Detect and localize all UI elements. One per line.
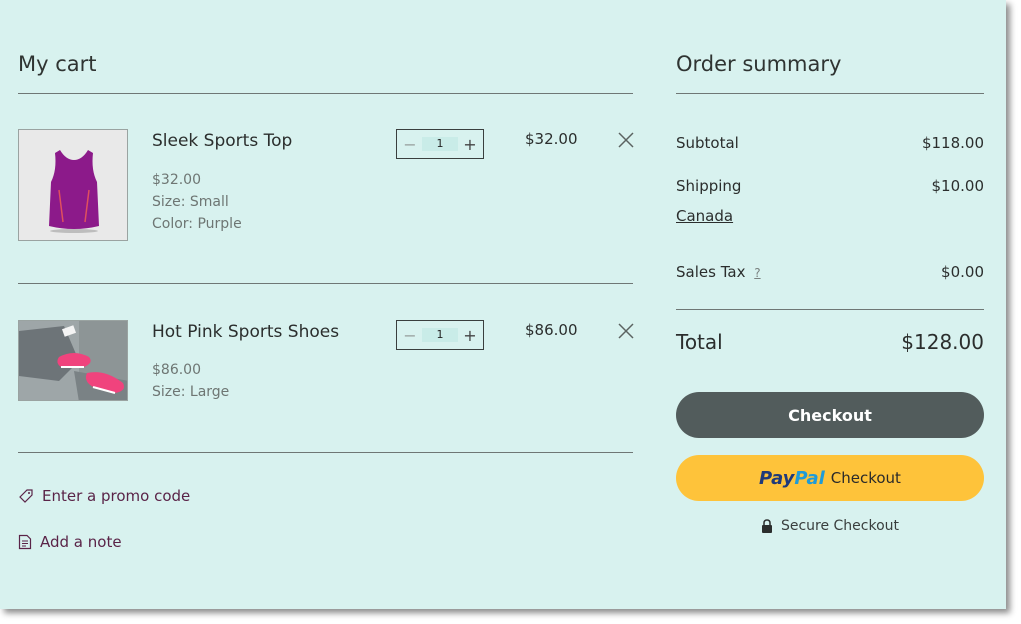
remove-item-button[interactable] [617,322,635,340]
product-option-size: Size: Small [152,194,229,210]
secure-checkout-label: Secure Checkout [780,518,900,534]
product-option-size: Size: Large [152,384,230,400]
paypal-checkout-label: Checkout [830,469,901,487]
divider [676,93,984,94]
divider [676,309,984,310]
divider [18,452,633,453]
add-note-link[interactable]: Add a note [18,533,122,551]
promo-code-label: Enter a promo code [42,487,191,505]
quantity-input[interactable]: 1 [422,328,458,342]
note-icon [18,534,32,550]
product-details: $86.00 Size: Large [152,359,229,403]
checkout-button[interactable]: Checkout [676,392,984,438]
paypal-logo-pay: Pay [759,467,795,489]
increment-button[interactable]: + [463,135,477,154]
product-name[interactable]: Sleek Sports Top [152,131,292,151]
total-value: $128.00 [901,330,984,354]
shipping-label: Shipping [676,177,742,195]
product-image-sports-shoes[interactable] [18,320,128,401]
cart-page: My cart Sleek Sports Top $32.00 Size: Sm… [0,0,1006,609]
lock-icon [761,519,772,533]
paypal-checkout-button[interactable]: PayPal Checkout [676,455,984,501]
item-total: $32.00 [525,130,578,148]
close-icon [618,323,634,339]
promo-code-link[interactable]: Enter a promo code [18,487,190,505]
cart-title: My cart [18,52,97,76]
quantity-stepper[interactable]: − 1 + [396,129,484,159]
tax-help-link[interactable]: ? [754,266,760,280]
product-details: $32.00 Size: Small Color: Purple [152,169,242,235]
summary-title: Order summary [676,52,842,76]
item-total: $86.00 [525,321,578,339]
increment-button[interactable]: + [463,326,477,345]
product-unit-price: $86.00 [152,362,201,378]
divider [18,283,633,284]
shipping-value: $10.00 [931,177,985,195]
total-label: Total [676,330,723,354]
subtotal-value: $118.00 [921,134,984,152]
subtotal-label: Subtotal [676,134,739,152]
tax-row: Sales Tax ? $0.00 [676,263,984,281]
tax-label: Sales Tax [676,263,746,281]
remove-item-button[interactable] [617,131,635,149]
tag-icon [19,489,33,503]
product-unit-price: $32.00 [152,172,201,188]
product-option-color: Color: Purple [152,216,242,232]
paypal-logo: PayPal [759,468,825,489]
close-icon [618,132,634,148]
subtotal-row: Subtotal $118.00 [676,134,984,152]
product-name[interactable]: Hot Pink Sports Shoes [152,322,339,342]
secure-checkout: Secure Checkout [676,518,984,534]
paypal-logo-pal: Pal [794,467,825,489]
divider [18,93,633,94]
decrement-button[interactable]: − [403,326,417,345]
product-image-sports-top[interactable] [18,129,128,241]
quantity-input[interactable]: 1 [422,137,458,151]
total-row: Total $128.00 [676,330,984,354]
tax-value: $0.00 [941,263,984,281]
shipping-row: Shipping $10.00 [676,177,984,195]
add-note-label: Add a note [40,533,122,551]
decrement-button[interactable]: − [403,135,417,154]
tax-label-group: Sales Tax ? [676,263,761,281]
shipping-region-link[interactable]: Canada [676,207,733,225]
quantity-stepper[interactable]: − 1 + [396,320,484,350]
